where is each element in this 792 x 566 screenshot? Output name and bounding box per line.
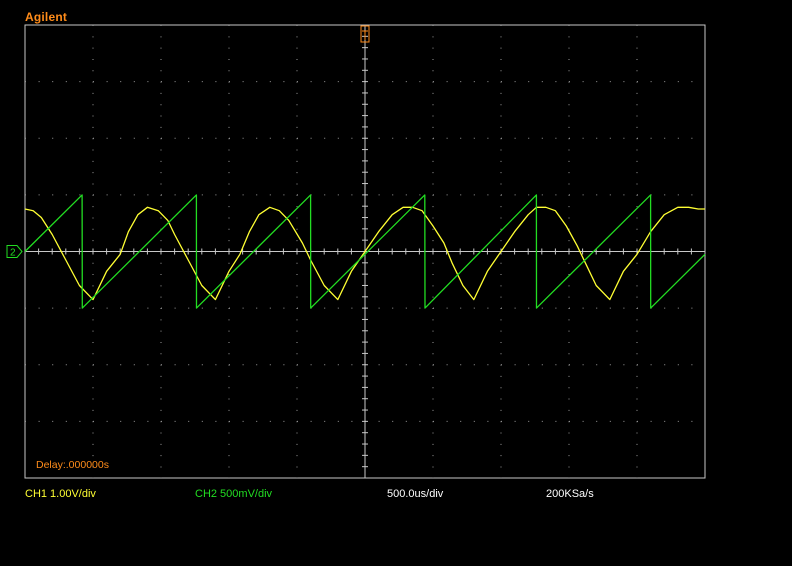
sample-rate-label: 200KSa/s: [546, 488, 594, 500]
ch1-scale-label: CH1 1.00V/div: [25, 488, 96, 500]
ch2-scale-label: CH2 500mV/div: [195, 488, 273, 500]
delay-readout: Delay:.000000s: [36, 459, 109, 471]
timebase-label: 500.0us/div: [387, 488, 444, 500]
oscilloscope-display: 2 Delay:.000000s: [6, 24, 706, 479]
ch2-ground-marker-label: 2: [10, 248, 16, 259]
